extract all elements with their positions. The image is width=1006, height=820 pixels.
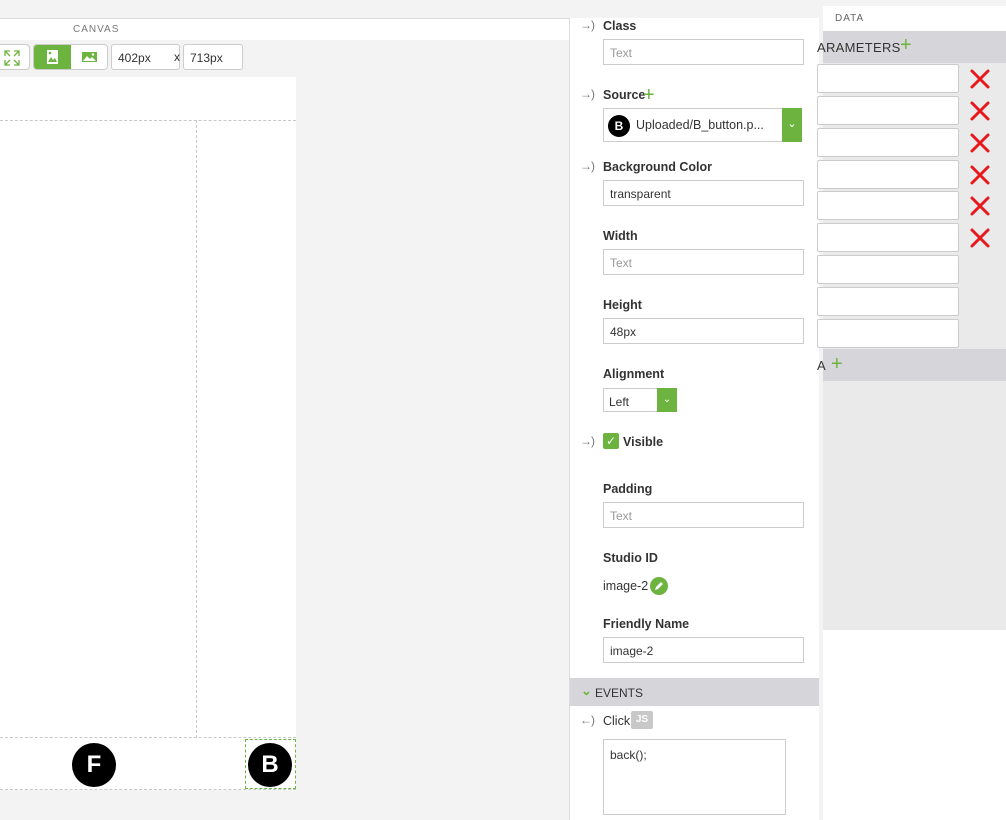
- delete-icon[interactable]: [968, 67, 992, 91]
- fit-to-screen-button[interactable]: [0, 44, 30, 70]
- data-panel-empty-area: [823, 630, 1006, 820]
- landscape-image-icon: [82, 52, 97, 62]
- layout-guide: [0, 120, 296, 121]
- canvas-width-input[interactable]: 402px: [111, 44, 180, 70]
- expand-icon: [4, 50, 20, 66]
- parameter-input[interactable]: [817, 191, 959, 220]
- data-section-header[interactable]: [823, 349, 1006, 381]
- parameter-input[interactable]: [817, 319, 959, 348]
- pencil-icon[interactable]: [650, 577, 668, 595]
- friendly-name-input[interactable]: image-2: [603, 637, 804, 663]
- bind-arrow-icon[interactable]: →): [580, 18, 595, 32]
- b-button-image[interactable]: B: [248, 743, 292, 787]
- data-section-title: A: [817, 358, 826, 373]
- width-input[interactable]: Text: [603, 249, 804, 275]
- js-badge[interactable]: JS: [631, 711, 653, 729]
- f-button-image[interactable]: F: [72, 743, 116, 787]
- studio-id-label: Studio ID: [603, 551, 658, 565]
- background-color-label: Background Color: [603, 160, 713, 174]
- class-input[interactable]: Text: [603, 39, 804, 65]
- chevron-down-icon[interactable]: ⌄: [581, 683, 592, 699]
- click-code-editor[interactable]: back();: [603, 739, 786, 815]
- orientation-toggle[interactable]: [33, 44, 108, 70]
- bind-arrow-icon[interactable]: →): [580, 159, 595, 173]
- studio-id-value: image-2: [603, 579, 649, 593]
- delete-icon[interactable]: [968, 163, 992, 187]
- size-separator: x: [174, 50, 180, 64]
- event-arrow-icon[interactable]: ←): [580, 713, 595, 727]
- parameter-input[interactable]: [817, 255, 959, 284]
- width-label: Width: [603, 229, 638, 243]
- parameter-input[interactable]: [817, 160, 959, 189]
- parameter-input[interactable]: [817, 128, 959, 157]
- friendly-name-label: Friendly Name: [603, 617, 690, 631]
- layout-guide: [0, 789, 296, 790]
- height-input[interactable]: 48px: [603, 318, 804, 344]
- events-title: EVENTS: [595, 686, 644, 700]
- source-label: Source: [603, 88, 646, 102]
- portrait-image-icon: [47, 50, 58, 64]
- canvas-height-input[interactable]: 713px: [183, 44, 243, 70]
- parameters-title: ARAMETERS: [817, 40, 901, 55]
- height-label: Height: [603, 298, 642, 312]
- parameter-input[interactable]: [817, 287, 959, 316]
- delete-icon[interactable]: [968, 131, 992, 155]
- source-value: Uploaded/B_button.p...: [636, 118, 764, 132]
- data-panel-header: DATA: [823, 6, 1006, 31]
- layout-guide: [196, 120, 197, 738]
- chevron-down-icon[interactable]: ⌄: [657, 388, 677, 412]
- bind-arrow-icon[interactable]: →): [580, 87, 595, 101]
- portrait-button[interactable]: [34, 45, 71, 69]
- padding-input[interactable]: Text: [603, 502, 804, 528]
- add-source-icon[interactable]: +: [643, 85, 655, 105]
- visible-label: Visible: [623, 435, 664, 449]
- layout-guide: [0, 737, 296, 738]
- parameter-input[interactable]: [817, 96, 959, 125]
- add-data-icon[interactable]: +: [831, 354, 843, 374]
- click-event-label: Click: [603, 714, 631, 728]
- delete-icon[interactable]: [968, 99, 992, 123]
- landscape-button[interactable]: [71, 45, 107, 69]
- canvas-header: CANVAS: [0, 18, 569, 40]
- padding-label: Padding: [603, 482, 653, 496]
- delete-icon[interactable]: [968, 194, 992, 218]
- source-thumbnail: B: [608, 115, 630, 137]
- device-canvas[interactable]: [0, 77, 296, 790]
- delete-icon[interactable]: [968, 226, 992, 250]
- class-label: Class: [603, 19, 637, 33]
- visible-checkbox[interactable]: ✓: [603, 433, 619, 449]
- parameter-input[interactable]: [817, 223, 959, 252]
- add-parameter-icon[interactable]: +: [900, 35, 912, 55]
- parameter-input[interactable]: [817, 64, 959, 93]
- bind-arrow-icon[interactable]: →): [580, 434, 595, 448]
- chevron-down-icon[interactable]: ⌄: [782, 108, 802, 142]
- alignment-label: Alignment: [603, 367, 665, 381]
- background-color-input[interactable]: transparent: [603, 180, 804, 206]
